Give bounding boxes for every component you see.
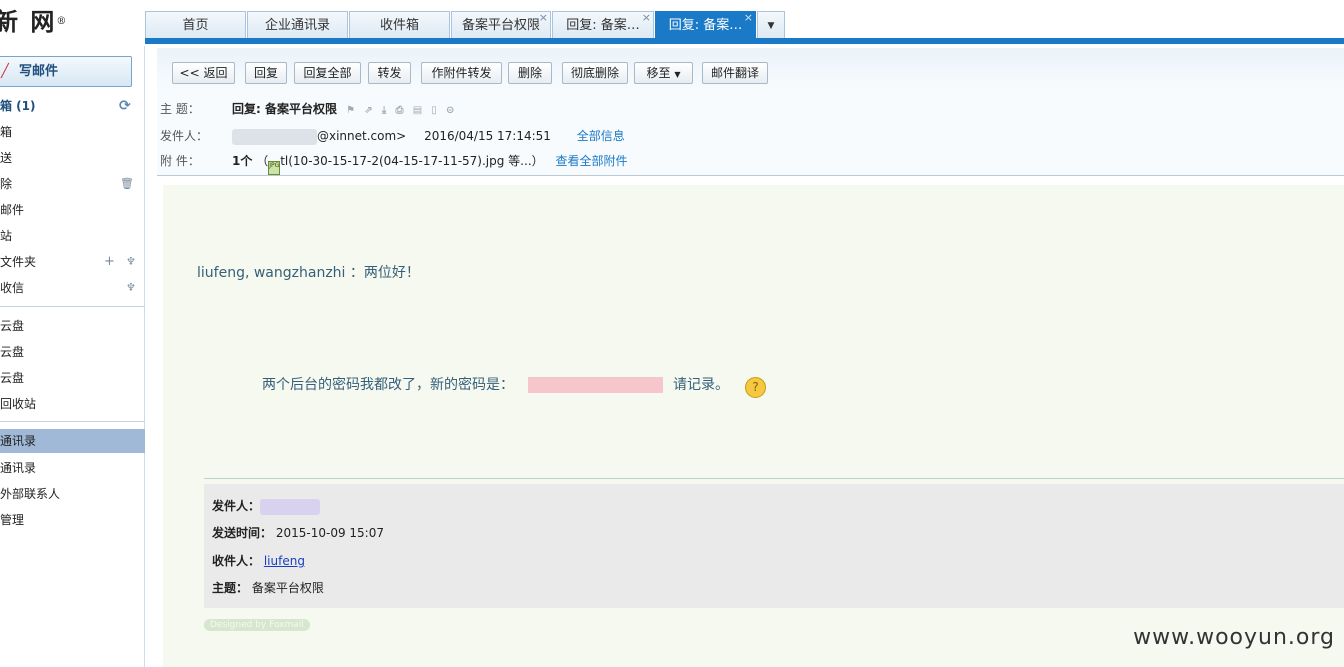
sidebar-item-address-book[interactable]: 通讯录 [0,456,145,480]
settings-icon[interactable]: ♆ [126,276,136,300]
divider [0,306,145,307]
quoted-message-header: 发件人： 发送时间： 2015-10-09 15:07 收件人： liufeng… [204,484,1344,608]
subject-row: 回复: 备案平台权限 ⚑ ⇗ ⤓ ⎙ ▤ ▯ ⊝ [232,100,454,117]
redacted-quote-sender [260,498,321,515]
lock-icon[interactable]: ⊝ [446,105,454,116]
tab-bar: 首页 企业通讯录 收件箱 备案平台权限 × 回复: 备案… × 回复: 备案… … [145,0,1344,46]
mail-header: 主 题： 回复: 备案平台权限 ⚑ ⇗ ⤓ ⎙ ▤ ▯ ⊝ 发件人： @xinn… [157,90,1344,176]
view-all-attachments-link[interactable]: 查看全部附件 [555,154,627,168]
quote-subject: 主题： 备案平台权限 [212,581,324,595]
source-icon[interactable]: ▤ [413,105,422,116]
sidebar-item-inbox[interactable]: 箱 (1) ⟳ [0,94,145,118]
tab-reply-1[interactable]: 回复: 备案… × [552,11,654,39]
close-icon[interactable]: × [539,12,548,31]
all-info-link[interactable]: 全部信息 [577,129,625,143]
tab-underline [145,38,1344,44]
tab-inbox[interactable]: 收件箱 [349,11,450,39]
sidebar-item-drafts[interactable]: 箱 [0,120,145,144]
translate-button[interactable]: 邮件翻译 [702,62,768,84]
attachment-count: 1个 [232,154,253,168]
recipient-link[interactable]: liufeng [264,554,305,568]
sender-label: 发件人： [160,129,209,143]
sender-row: @xinnet.com> 2016/04/15 17:14:51 全部信息 [232,127,625,145]
quote-recipient: 收件人： liufeng [212,554,305,568]
sidebar-item-address-book-selected[interactable]: 通讯录 [0,429,145,453]
sidebar-item-manage[interactable]: 管理 [0,508,145,532]
subject-label: 主 题： [160,102,200,116]
forward-as-attachment-button[interactable]: 作附件转发 [421,62,502,84]
settings-icon[interactable]: ♆ [126,250,136,274]
greeting-text: liufeng, wangzhanzhi ：两位好！ [197,265,420,281]
quote-sent-time: 发送时间： 2015-10-09 15:07 [212,526,384,540]
sidebar-item-folders[interactable]: 文件夹 + ♆ [0,250,145,274]
mail-body: liufeng, wangzhanzhi ：两位好！ 两个后台的密码我都改了，新… [163,185,1344,667]
add-icon[interactable]: + [104,250,115,274]
sidebar-item-receive[interactable]: 收信 ♆ [0,276,145,300]
close-icon[interactable]: × [642,12,651,31]
redacted-sender-name [232,128,317,145]
back-button[interactable]: << 返回 [172,62,235,84]
flag-icon[interactable]: ⚑ [346,105,355,116]
jpg-file-icon: JPG [268,161,281,175]
pen-icon: ╱ [1,64,9,79]
sent-time: 2016/04/15 17:14:51 [424,129,551,143]
caret-down-icon: ▼ [674,70,681,79]
forward-button[interactable]: 转发 [368,62,411,84]
sidebar-item-recycle[interactable]: 回收站 [0,392,145,416]
note-icon[interactable]: ▯ [431,105,437,116]
delete-button[interactable]: 删除 [508,62,552,84]
sidebar-item-cloud-3[interactable]: 云盘 [0,366,145,390]
mail-view: << 返回 回复 回复全部 转发 作附件转发 删除 彻底删除 移至 ▼ 邮件翻译… [157,48,1344,667]
quote-from: 发件人： [212,497,321,515]
sidebar-item-site[interactable]: 站 [0,224,145,248]
tab-overflow-chevron-down-icon[interactable]: ▼ [757,11,785,39]
sidebar-item-deleted[interactable]: 除 🗑 [0,172,145,196]
attachment-label: 附 件： [160,154,200,168]
tab-reply-active[interactable]: 回复: 备案… × [655,11,756,39]
sidebar-item-sent[interactable]: 送 [0,146,145,170]
sender-email: @xinnet.com> [317,129,407,143]
open-new-window-icon[interactable]: ⇗ [364,105,372,116]
sidebar-item-junk[interactable]: 邮件 [0,198,145,222]
print-icon[interactable]: ⎙ [396,105,404,116]
attachment-row: 1个 （JPGtl(10-30-15-17-2(04-15-17-11-57).… [232,152,628,175]
reply-button[interactable]: 回复 [245,62,287,84]
toolbar: << 返回 回复 回复全部 转发 作附件转发 删除 彻底删除 移至 ▼ 邮件翻译 [157,48,1344,90]
close-icon[interactable]: × [744,12,753,31]
redacted-password [528,377,663,393]
subject-text: 回复: 备案平台权限 [232,102,337,116]
compose-button[interactable]: ╱ 写邮件 [0,56,132,87]
sidebar-item-cloud-2[interactable]: 云盘 [0,340,145,364]
brand-logo: 新 网® [0,7,69,36]
trash-icon[interactable]: 🗑 [120,172,134,196]
attachment-name[interactable]: tl(10-30-15-17-2(04-15-17-11-57).jpg 等..… [280,154,531,168]
mail-app: 新 网® 首页 企业通讯录 收件箱 备案平台权限 × 回复: 备案… × 回复:… [0,0,1344,667]
delete-permanently-button[interactable]: 彻底删除 [562,62,628,84]
foxmail-badge: Designed by Foxmail [204,619,310,631]
tab-mail-original[interactable]: 备案平台权限 × [451,11,551,39]
refresh-icon[interactable]: ⟳ [119,94,131,118]
password-line: 两个后台的密码我都改了，新的密码是： 请记录。? [262,374,766,398]
sidebar-item-cloud-1[interactable]: 云盘 [0,314,145,338]
tab-contacts[interactable]: 企业通讯录 [247,11,348,39]
download-icon[interactable]: ⤓ [382,105,386,116]
thinking-emoji-icon: ? [745,377,766,398]
sidebar-item-external-contacts[interactable]: 外部联系人 [0,482,145,506]
quote-divider [204,478,1344,479]
move-to-button[interactable]: 移至 ▼ [634,62,693,84]
divider [0,421,145,422]
sidebar: ╱ 写邮件 箱 (1) ⟳ 箱 送 除 🗑 邮件 站 文件夹 + ♆ 收信 ♆ … [0,46,145,667]
tab-home[interactable]: 首页 [145,11,246,39]
reply-all-button[interactable]: 回复全部 [294,62,361,84]
watermark-text: www.wooyun.org [1133,625,1335,650]
